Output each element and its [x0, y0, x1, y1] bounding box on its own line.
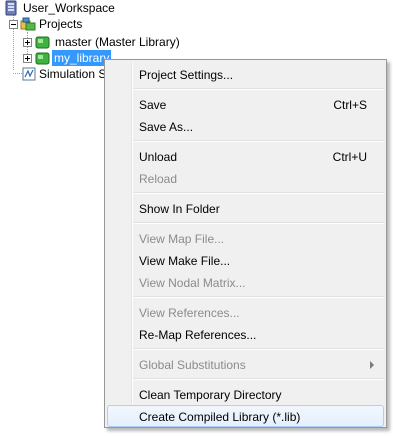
expand-toggle-icon[interactable]: [23, 38, 32, 47]
menu-item-label: View References...: [139, 306, 240, 320]
menu-item-label: Create Compiled Library (*.lib): [139, 410, 301, 424]
menu-item-show-in-folder[interactable]: Show In Folder: [107, 197, 384, 219]
menu-item-create-compiled-library[interactable]: Create Compiled Library (*.lib): [107, 405, 384, 427]
menu-item-label: Save: [139, 98, 167, 112]
tree-item-label: Simulation S: [39, 67, 104, 81]
menu-separator: [133, 192, 384, 194]
menu-item-label: View Map File...: [139, 232, 225, 246]
menu-item-label: View Nodal Matrix...: [139, 276, 246, 290]
menu-item-label: Re-Map References...: [139, 328, 257, 342]
menu-separator: [133, 222, 384, 224]
submenu-arrow-icon: [370, 361, 374, 369]
context-menu: Project Settings... Save Ctrl+S Save As.…: [104, 59, 387, 428]
menu-item-label: Reload: [139, 172, 178, 186]
tree-item-label: master (Master Library): [55, 35, 180, 49]
menu-separator: [133, 378, 384, 380]
menu-separator: [133, 88, 384, 90]
menu-item-label: Global Substitutions: [139, 358, 246, 372]
menu-item-view-make-file[interactable]: View Make File...: [107, 249, 384, 271]
menu-separator: [133, 296, 384, 298]
tree-item-projects[interactable]: Projects: [0, 16, 140, 32]
collapse-toggle-icon[interactable]: [9, 20, 18, 29]
menu-item-clean-temp-directory[interactable]: Clean Temporary Directory: [107, 383, 384, 405]
simulation-icon: [22, 67, 36, 82]
tree-item-label: my_library: [52, 50, 112, 66]
menu-item-shortcut: Ctrl+S: [333, 98, 367, 112]
menu-separator: [133, 140, 384, 142]
tree-item-my-library[interactable]: my_library: [0, 50, 120, 66]
menu-item-view-references[interactable]: View References...: [107, 301, 384, 323]
tree-item-label: User_Workspace: [23, 1, 115, 15]
menu-item-project-settings[interactable]: Project Settings...: [107, 63, 384, 85]
menu-item-label: View Make File...: [139, 254, 231, 268]
menu-item-label: Unload: [139, 150, 178, 164]
menu-item-label: Save As...: [139, 120, 194, 134]
menu-item-view-nodal-matrix[interactable]: View Nodal Matrix...: [107, 271, 384, 293]
menu-item-unload[interactable]: Unload Ctrl+U: [107, 145, 384, 167]
expand-toggle-icon[interactable]: [23, 54, 32, 63]
menu-item-remap-references[interactable]: Re-Map References...: [107, 323, 384, 345]
menu-item-save-as[interactable]: Save As...: [107, 115, 384, 137]
projects-folder-icon: [20, 17, 36, 35]
menu-item-save[interactable]: Save Ctrl+S: [107, 93, 384, 115]
menu-separator: [133, 348, 384, 350]
menu-item-reload[interactable]: Reload: [107, 167, 384, 189]
tree-item-simulation[interactable]: Simulation S: [0, 66, 104, 82]
tree-item-workspace[interactable]: User_Workspace: [0, 0, 140, 16]
menu-item-label: Clean Temporary Directory: [139, 388, 282, 402]
menu-item-shortcut: Ctrl+U: [332, 150, 367, 164]
tree-item-master[interactable]: master (Master Library): [0, 34, 200, 50]
menu-item-global-substitutions[interactable]: Global Substitutions: [107, 353, 384, 375]
menu-item-view-map-file[interactable]: View Map File...: [107, 227, 384, 249]
menu-item-label: Show In Folder: [139, 202, 220, 216]
tree-item-label: Projects: [39, 17, 83, 31]
menu-item-label: Project Settings...: [139, 68, 234, 82]
